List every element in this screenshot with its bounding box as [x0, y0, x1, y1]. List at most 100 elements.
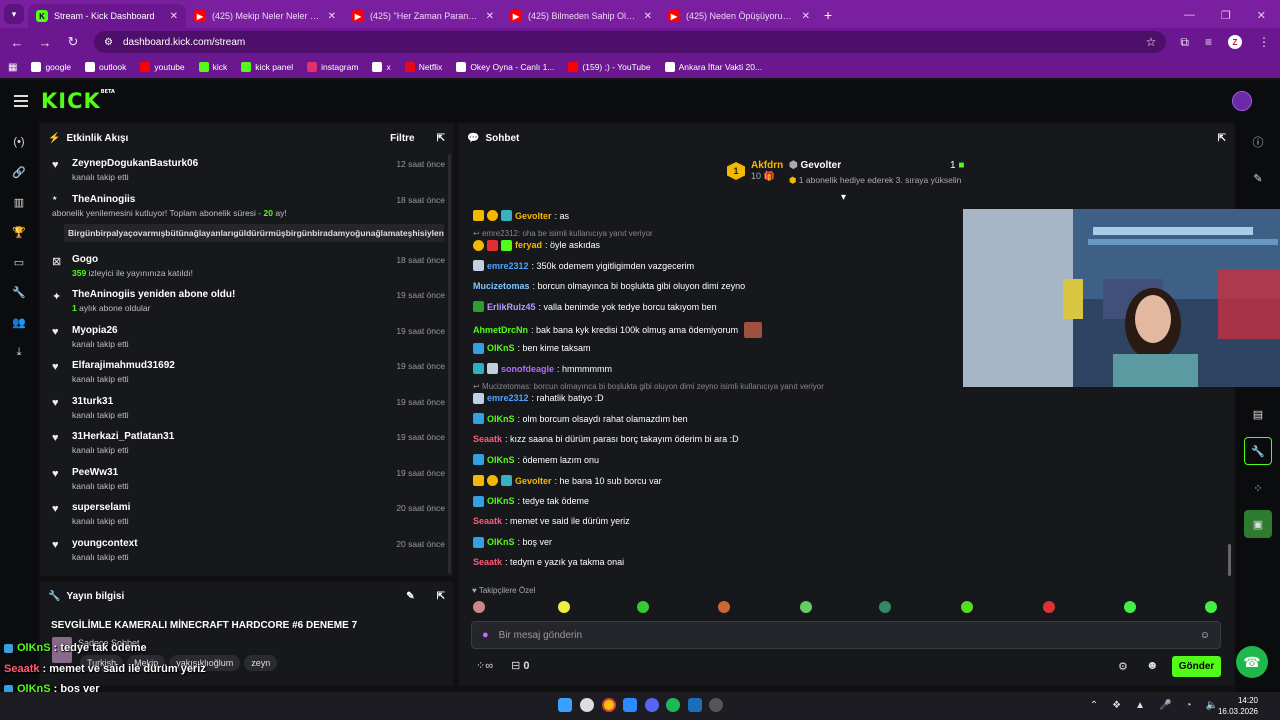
- emoji-icon[interactable]: ☺: [1200, 630, 1210, 641]
- activity-item[interactable]: ♥ 31Herkazi_Patlatan31 kanalı takip etti 19…: [48, 425, 453, 461]
- tray-volume-icon[interactable]: 🔈: [1206, 700, 1218, 711]
- chat-message[interactable]: OlKnS: boş ver: [473, 536, 552, 548]
- chat-message[interactable]: emre2312: rahatlik batiyo :D: [473, 392, 604, 404]
- clips-icon[interactable]: ▭: [11, 254, 27, 270]
- trophy-icon[interactable]: 🏆: [11, 224, 27, 240]
- leaderboard-second[interactable]: ⬢ Gevolter ⬢ 1 abonelik hediye ederek 3.…: [789, 160, 961, 186]
- emote-2[interactable]: [558, 601, 570, 613]
- maximize-icon[interactable]: ❐: [1221, 9, 1231, 22]
- close-tab-icon[interactable]: ✕: [486, 11, 494, 22]
- chat-username[interactable]: Gevolter: [515, 211, 552, 221]
- chat-message[interactable]: Seaatk: tedym e yazık ya takma onai: [473, 557, 624, 567]
- store-wrap[interactable]: ⊟ 0: [511, 659, 529, 672]
- chat-message[interactable]: ErlikRulz45: valla benimde yok tedye bor…: [473, 301, 717, 313]
- chrome-icon[interactable]: [602, 698, 616, 712]
- chat-message[interactable]: feryad: öyle askıdas: [473, 239, 600, 251]
- chat-message[interactable]: AhmetDrcNn: bak bana kyk kredisi 100k ol…: [473, 321, 763, 338]
- emote-7[interactable]: [961, 601, 973, 613]
- activity-item[interactable]: ♥ 31turk31 kanalı takip etti 19 saat önce: [48, 390, 453, 426]
- stream-tag[interactable]: zeyn: [244, 655, 278, 671]
- emote-6[interactable]: [879, 601, 891, 613]
- chat-settings-icon[interactable]: ⚙: [1118, 660, 1128, 673]
- browser-menu-icon[interactable]: ⋮: [1258, 35, 1270, 49]
- chat-message[interactable]: Gevolter: he bana 10 sub borcu var: [473, 475, 662, 486]
- bookmark-item[interactable]: google: [31, 62, 71, 72]
- chat-message[interactable]: Gevolter: as: [473, 210, 569, 221]
- browser-tab[interactable]: ▶ (425) "Her Zaman Paran Olsun ✕: [344, 4, 502, 28]
- chat-username[interactable]: OlKnS: [487, 343, 515, 353]
- tray-steam-icon[interactable]: ❖: [1112, 700, 1121, 711]
- start-icon[interactable]: [558, 698, 572, 712]
- activity-item[interactable]: ♥ Myopia26 kanalı takip etti 19 saat önce: [48, 319, 453, 355]
- popout-icon[interactable]: ⇱: [437, 133, 445, 144]
- bookmark-star-icon[interactable]: ☆: [1146, 35, 1157, 49]
- activity-item[interactable]: ♥ superselami kanalı takip etti 20 saat önc…: [48, 496, 453, 532]
- reply-context[interactable]: ↩ Mucizetomas: borcun olmayınca bi boşlu…: [473, 382, 824, 391]
- browser-tab[interactable]: ▶ (425) Mekip Neler Neler 54.Böl ✕: [186, 4, 344, 28]
- forward-icon[interactable]: →: [38, 35, 52, 50]
- chat-message[interactable]: OlKnS: ödemem lazım onu: [473, 454, 599, 466]
- bookmark-item[interactable]: Netflix: [404, 62, 442, 72]
- tab-search-button[interactable]: ▾: [4, 4, 24, 24]
- chat-message[interactable]: OlKnS: ben kime taksam: [473, 342, 591, 354]
- chat-message[interactable]: OlKnS: olm borcum olsaydı rahat olamazdı…: [473, 413, 688, 425]
- new-tab-button[interactable]: +: [824, 7, 832, 23]
- bookmark-item[interactable]: outlook: [84, 62, 126, 72]
- apps-grid-icon[interactable]: ▦: [8, 62, 17, 73]
- chat-username[interactable]: ErlikRulz45: [487, 302, 536, 312]
- edit-stream-icon[interactable]: ✎: [406, 591, 414, 602]
- app-icon[interactable]: [688, 698, 702, 712]
- profile-avatar[interactable]: Z: [1228, 35, 1242, 49]
- link-icon[interactable]: 🔗: [11, 164, 27, 180]
- emote-5[interactable]: [800, 601, 812, 613]
- info-icon[interactable]: ⓘ: [1244, 128, 1272, 156]
- emote-10[interactable]: [1205, 601, 1217, 613]
- chat-input[interactable]: ● Bir mesaj gönderin ☺: [471, 621, 1221, 649]
- bookmark-item[interactable]: kick panel: [241, 62, 293, 72]
- chat-username[interactable]: emre2312: [487, 261, 529, 271]
- stream-icon[interactable]: (•): [11, 134, 27, 150]
- share-icon[interactable]: ⁘: [1244, 474, 1272, 502]
- wrench-icon[interactable]: 🔧: [1244, 437, 1272, 465]
- chat-username[interactable]: Seaatk: [473, 434, 502, 444]
- browser-tab[interactable]: ▶ (425) Bilmeden Sahip Olabilece ✕: [502, 4, 660, 28]
- popout-stream-icon[interactable]: ⇱: [437, 591, 445, 602]
- game-icon[interactable]: ▣: [1244, 510, 1272, 538]
- filter-button[interactable]: Filtre: [390, 133, 414, 144]
- activity-item[interactable]: ✦ TheAninogiis yeniden abone oldu! 1 aylık…: [48, 283, 453, 319]
- activity-scrollbar[interactable]: [448, 154, 451, 574]
- steam-icon[interactable]: [623, 698, 637, 712]
- emote-3[interactable]: [637, 601, 649, 613]
- upload-icon[interactable]: ⤓: [11, 344, 27, 360]
- edit-icon[interactable]: ✎: [1244, 164, 1272, 192]
- expand-leaderboard-icon[interactable]: ▾: [841, 192, 846, 203]
- chat-message[interactable]: Mucizetomas: borcun olmayınca bi boşlukt…: [473, 281, 745, 291]
- settings-icon[interactable]: [709, 698, 723, 712]
- close-tab-icon[interactable]: ✕: [328, 11, 336, 22]
- emote-picker-icon[interactable]: ☻: [1146, 658, 1159, 672]
- analytics-icon[interactable]: ▥: [11, 194, 27, 210]
- bookmark-item[interactable]: youtube: [140, 62, 185, 72]
- emote-1[interactable]: [473, 601, 485, 613]
- chat-message[interactable]: sonofdeagle: hmmmmmm: [473, 363, 612, 375]
- chat-message[interactable]: emre2312: 350k odemem yigitligimden vazg…: [473, 260, 694, 272]
- tools-icon[interactable]: 🔧: [11, 284, 27, 300]
- tray-net-icon[interactable]: ▲: [1135, 700, 1145, 711]
- activity-item[interactable]: ⊠ Gogo 359 izleyici ile yayınınıza katıldı…: [48, 248, 453, 284]
- points-icon[interactable]: ⁘∞: [476, 659, 493, 672]
- send-button[interactable]: Gönder: [1172, 656, 1221, 677]
- minimize-icon[interactable]: —: [1184, 9, 1195, 22]
- reply-context[interactable]: ↩ emre2312: oha be isimli kullanıcıya ya…: [473, 229, 653, 238]
- activity-item[interactable]: ♥ youngcontext kanalı takip etti 20 saat ön…: [48, 532, 453, 568]
- activity-item[interactable]: ♥ ZeynepDogukanBasturk06 kanalı takip etti…: [48, 152, 453, 188]
- chat-username[interactable]: emre2312: [487, 393, 529, 403]
- tray-chevron-icon[interactable]: ⌃: [1090, 700, 1098, 711]
- chat-username[interactable]: Seaatk: [473, 557, 502, 567]
- user-avatar[interactable]: [1232, 91, 1252, 111]
- reload-icon[interactable]: ↻: [66, 34, 80, 50]
- extensions-icon[interactable]: ⧉: [1180, 35, 1189, 50]
- chat-popout-icon[interactable]: ⇱: [1218, 133, 1226, 144]
- bookmark-item[interactable]: kick: [198, 62, 227, 72]
- chat-username[interactable]: Gevolter: [515, 476, 552, 486]
- chat-username[interactable]: AhmetDrcNn: [473, 325, 528, 335]
